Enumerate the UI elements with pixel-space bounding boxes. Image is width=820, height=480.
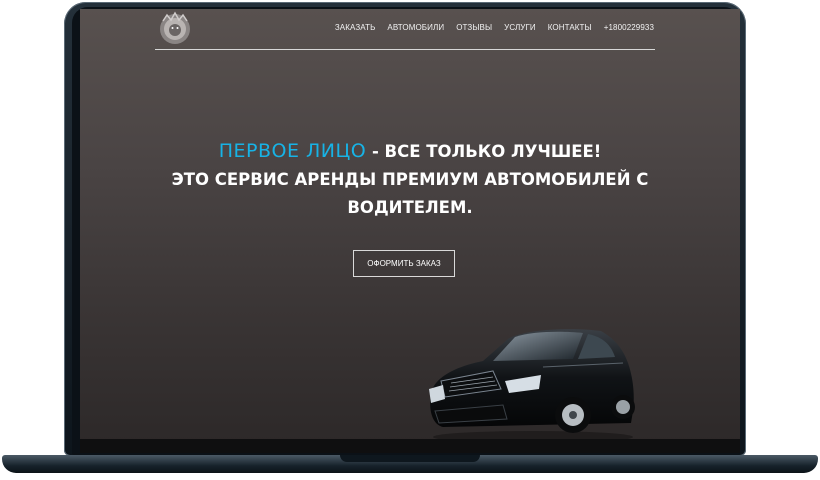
hero-line-3: ВОДИТЕЛЕМ.: [347, 198, 473, 217]
brand-name: ПЕРВОЕ ЛИЦО: [218, 140, 367, 162]
website-screen: ЗАКАЗАТЬ АВТОМОБИЛИ ОТЗЫВЫ УСЛУГИ КОНТАК…: [80, 9, 740, 453]
nav-item-contacts[interactable]: КОНТАКТЫ: [548, 23, 592, 32]
header-divider: [155, 49, 655, 50]
nav-item-cars[interactable]: АВТОМОБИЛИ: [387, 23, 444, 32]
laptop-notch: [340, 455, 480, 462]
lion-head-logo-icon[interactable]: [158, 11, 192, 47]
nav-phone-link[interactable]: +1800229933: [604, 23, 654, 32]
main-navigation: ЗАКАЗАТЬ АВТОМОБИЛИ ОТЗЫВЫ УСЛУГИ КОНТАК…: [335, 23, 654, 32]
hero-tagline: - ВСЕ ТОЛЬКО ЛУЧШЕЕ!: [366, 142, 602, 161]
nav-item-services[interactable]: УСЛУГИ: [504, 23, 536, 32]
hero-line-1: ПЕРВОЕ ЛИЦО - ВСЕ ТОЛЬКО ЛУЧШЕЕ!: [80, 137, 740, 166]
place-order-button[interactable]: ОФОРМИТЬ ЗАКАЗ: [353, 250, 455, 277]
hero-line-2: ЭТО СЕРВИС АРЕНДЫ ПРЕМИУМ АВТОМОБИЛЕЙ С: [171, 170, 649, 189]
screen-bottom-bar: [80, 439, 740, 453]
nav-item-reviews[interactable]: ОТЗЫВЫ: [456, 23, 492, 32]
black-luxury-sedan-icon: [429, 329, 635, 443]
hero-heading: ПЕРВОЕ ЛИЦО - ВСЕ ТОЛЬКО ЛУЧШЕЕ! ЭТО СЕР…: [80, 137, 740, 222]
nav-item-order[interactable]: ЗАКАЗАТЬ: [335, 23, 376, 32]
